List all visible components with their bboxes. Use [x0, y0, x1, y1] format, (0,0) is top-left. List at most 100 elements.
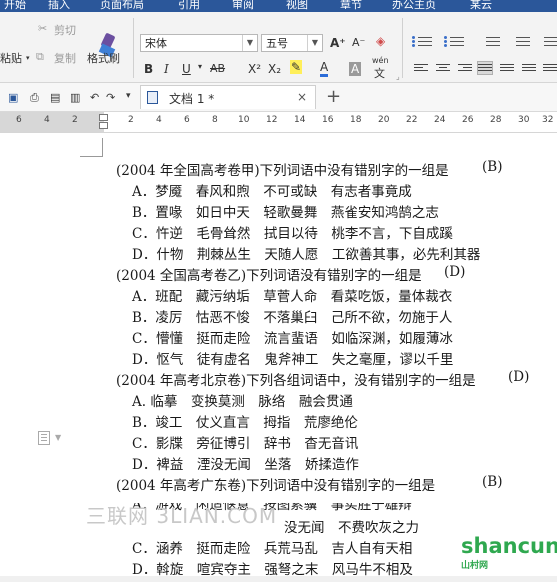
- decrease-indent-icon[interactable]: [480, 34, 500, 48]
- tab-home[interactable]: 开始: [4, 0, 26, 12]
- distribute-icon[interactable]: [500, 62, 514, 74]
- highlight-icon[interactable]: ✎: [290, 60, 303, 74]
- phonetic-guide-button[interactable]: wén: [372, 56, 389, 65]
- option-line: A. 临摹 变换莫测 脉络 融会贯通: [132, 394, 353, 410]
- copy-button[interactable]: 复制: [54, 50, 76, 66]
- cut-button[interactable]: 剪切: [54, 22, 76, 38]
- ruler-tick: 22: [406, 115, 418, 125]
- subscript-button[interactable]: X₂: [268, 62, 281, 76]
- ruler-tick: 18: [350, 115, 362, 125]
- char-shading-button[interactable]: A: [349, 62, 362, 76]
- answer-label: (B): [482, 474, 503, 490]
- save-icon[interactable]: ▣: [8, 91, 18, 104]
- tab-page-layout[interactable]: 页面布局: [100, 0, 144, 12]
- document-page[interactable]: ▼ (2004 年全国高考卷甲)下列词语中没有错别字的一组是 (B) A．梦魇 …: [0, 133, 557, 578]
- ruler-tick: 2: [128, 115, 134, 125]
- new-tab-button[interactable]: +: [326, 86, 341, 107]
- paste-button[interactable]: 粘贴: [0, 50, 22, 66]
- font-name-value: 宋体: [145, 37, 167, 50]
- tab-view[interactable]: 视图: [286, 0, 308, 12]
- line-spacing-icon[interactable]: [522, 62, 536, 74]
- option-line: C．忤逆 毛骨耸然 拭目以待 桃李不言，下自成蹊: [132, 226, 453, 242]
- justify-icon[interactable]: [477, 61, 493, 75]
- option-line: D．什物 荆棘丛生 天随人愿 工欲善其事，必先利其器: [132, 247, 481, 263]
- tab-office-home[interactable]: 办公主页: [392, 0, 436, 12]
- bold-button[interactable]: B: [144, 62, 153, 76]
- document-tab[interactable]: 文档 1 * ×: [140, 85, 316, 109]
- phonetic-guide-glyph: 文: [374, 67, 385, 80]
- font-color-button[interactable]: A: [320, 60, 329, 77]
- paragraph-marker-icon[interactable]: [38, 431, 50, 445]
- question-heading: (2004 年高考北京卷)下列各组词语中，没有错别字的一组是: [116, 373, 476, 389]
- tab-chapter[interactable]: 章节: [340, 0, 362, 12]
- ruler-tick: 14: [294, 115, 306, 125]
- tab-cloud[interactable]: 某云: [470, 0, 492, 12]
- align-right-icon[interactable]: [458, 62, 472, 74]
- customize-dropdown-icon[interactable]: ▾: [126, 91, 131, 101]
- option-line: B．置喙 如日中天 轻歌曼舞 燕雀安知鸿鹄之志: [132, 205, 439, 221]
- increase-indent-icon[interactable]: [510, 34, 530, 48]
- font-name-select[interactable]: 宋体 ▼: [140, 34, 258, 52]
- ruler-tick: 20: [378, 115, 390, 125]
- undo-icon[interactable]: ↶: [90, 91, 99, 104]
- horizontal-ruler[interactable]: 6 4 2 2 4 6 8 10 12 14 16 18 20 22 24 26…: [0, 112, 557, 133]
- chevron-down-icon: ▼: [307, 35, 322, 51]
- answer-label: (D): [508, 369, 530, 385]
- underline-dropdown-icon[interactable]: ▾: [198, 62, 202, 71]
- redo-icon[interactable]: ↷: [106, 91, 115, 104]
- ruler-tick: 4: [156, 115, 162, 125]
- indent-marker[interactable]: [99, 114, 108, 130]
- ribbon-tab-bar: 开始 插入 页面布局 引用 审阅 视图 章节 办公主页 某云: [0, 0, 557, 12]
- watermark-shancun-text: shancun: [461, 534, 557, 558]
- numbered-list-icon[interactable]: [444, 34, 464, 48]
- print-icon[interactable]: ⎙: [30, 91, 39, 105]
- close-icon[interactable]: ×: [297, 90, 307, 104]
- underline-button[interactable]: U: [182, 62, 191, 76]
- strikethrough-button[interactable]: AB: [210, 62, 225, 75]
- italic-button[interactable]: I: [164, 62, 169, 76]
- font-size-value: 五号: [266, 37, 288, 50]
- document-icon: [147, 91, 158, 104]
- shrink-font-button[interactable]: A⁻: [352, 36, 365, 49]
- ruler-tick: 12: [266, 115, 278, 125]
- chinese-layout-icon[interactable]: [538, 34, 557, 48]
- align-center-icon[interactable]: [436, 62, 450, 74]
- ruler-tick: 30: [518, 115, 530, 125]
- align-left-icon[interactable]: [414, 62, 428, 74]
- question-heading: (2004 全国高考卷乙)下列词语没有错别字的一组是: [116, 268, 422, 284]
- paragraph-settings-icon[interactable]: [543, 62, 557, 74]
- option-line: C．涵养 挺而走险 兵荒马乱 吉人自有天相: [132, 541, 413, 557]
- font-dialog-launcher-icon[interactable]: ⌟: [396, 72, 400, 81]
- ruler-tick: 6: [184, 115, 190, 125]
- tab-references[interactable]: 引用: [178, 0, 200, 12]
- option-line: B．凌厉 怙恶不悛 不落巢臼 己所不欲，勿施于人: [132, 310, 453, 326]
- clear-format-icon[interactable]: ◈: [376, 34, 385, 48]
- ruler-tick: 32: [542, 115, 554, 125]
- question-heading: (2004 年高考广东卷)下列词语中没有错别字的一组是: [116, 478, 436, 494]
- format-painter-button[interactable]: 格式刷: [87, 50, 120, 66]
- bullet-list-icon[interactable]: [412, 34, 432, 48]
- chevron-down-icon[interactable]: ▼: [55, 433, 61, 442]
- ribbon-separator: [133, 18, 134, 78]
- ruler-tick: 10: [238, 115, 250, 125]
- option-line: 没无闻 不费吹灰之力: [284, 520, 419, 536]
- font-size-select[interactable]: 五号 ▼: [261, 34, 323, 52]
- watermark-shancun-small: 山村网: [461, 561, 489, 571]
- tab-review[interactable]: 审阅: [232, 0, 254, 12]
- print-preview-icon[interactable]: ▤: [50, 91, 60, 104]
- option-line: A．班配 藏污纳垢 草菅人命 看菜吃饭，量体裁衣: [132, 289, 453, 305]
- ruler-tick: 2: [72, 115, 78, 125]
- ribbon-separator: [402, 18, 403, 78]
- paste-dropdown-icon[interactable]: ▾: [26, 54, 30, 62]
- copy-icon[interactable]: ⧉: [36, 50, 44, 64]
- superscript-button[interactable]: X²: [248, 62, 261, 76]
- chevron-down-icon: ▼: [242, 35, 257, 51]
- cut-icon[interactable]: ✂: [38, 22, 47, 35]
- option-line: D．怄气 徒有虚名 鬼斧神工 失之毫厘，谬以千里: [132, 352, 454, 368]
- option-line: A．梦魇 春风和煦 不可或缺 有志者事竟成: [132, 184, 412, 200]
- watermark-3lian: 三联网 3LIAN.COM: [86, 504, 278, 528]
- open-icon[interactable]: ▥: [70, 91, 80, 104]
- grow-font-button[interactable]: A⁺: [330, 36, 346, 50]
- ruler-tick: 4: [44, 115, 50, 125]
- tab-insert[interactable]: 插入: [48, 0, 70, 12]
